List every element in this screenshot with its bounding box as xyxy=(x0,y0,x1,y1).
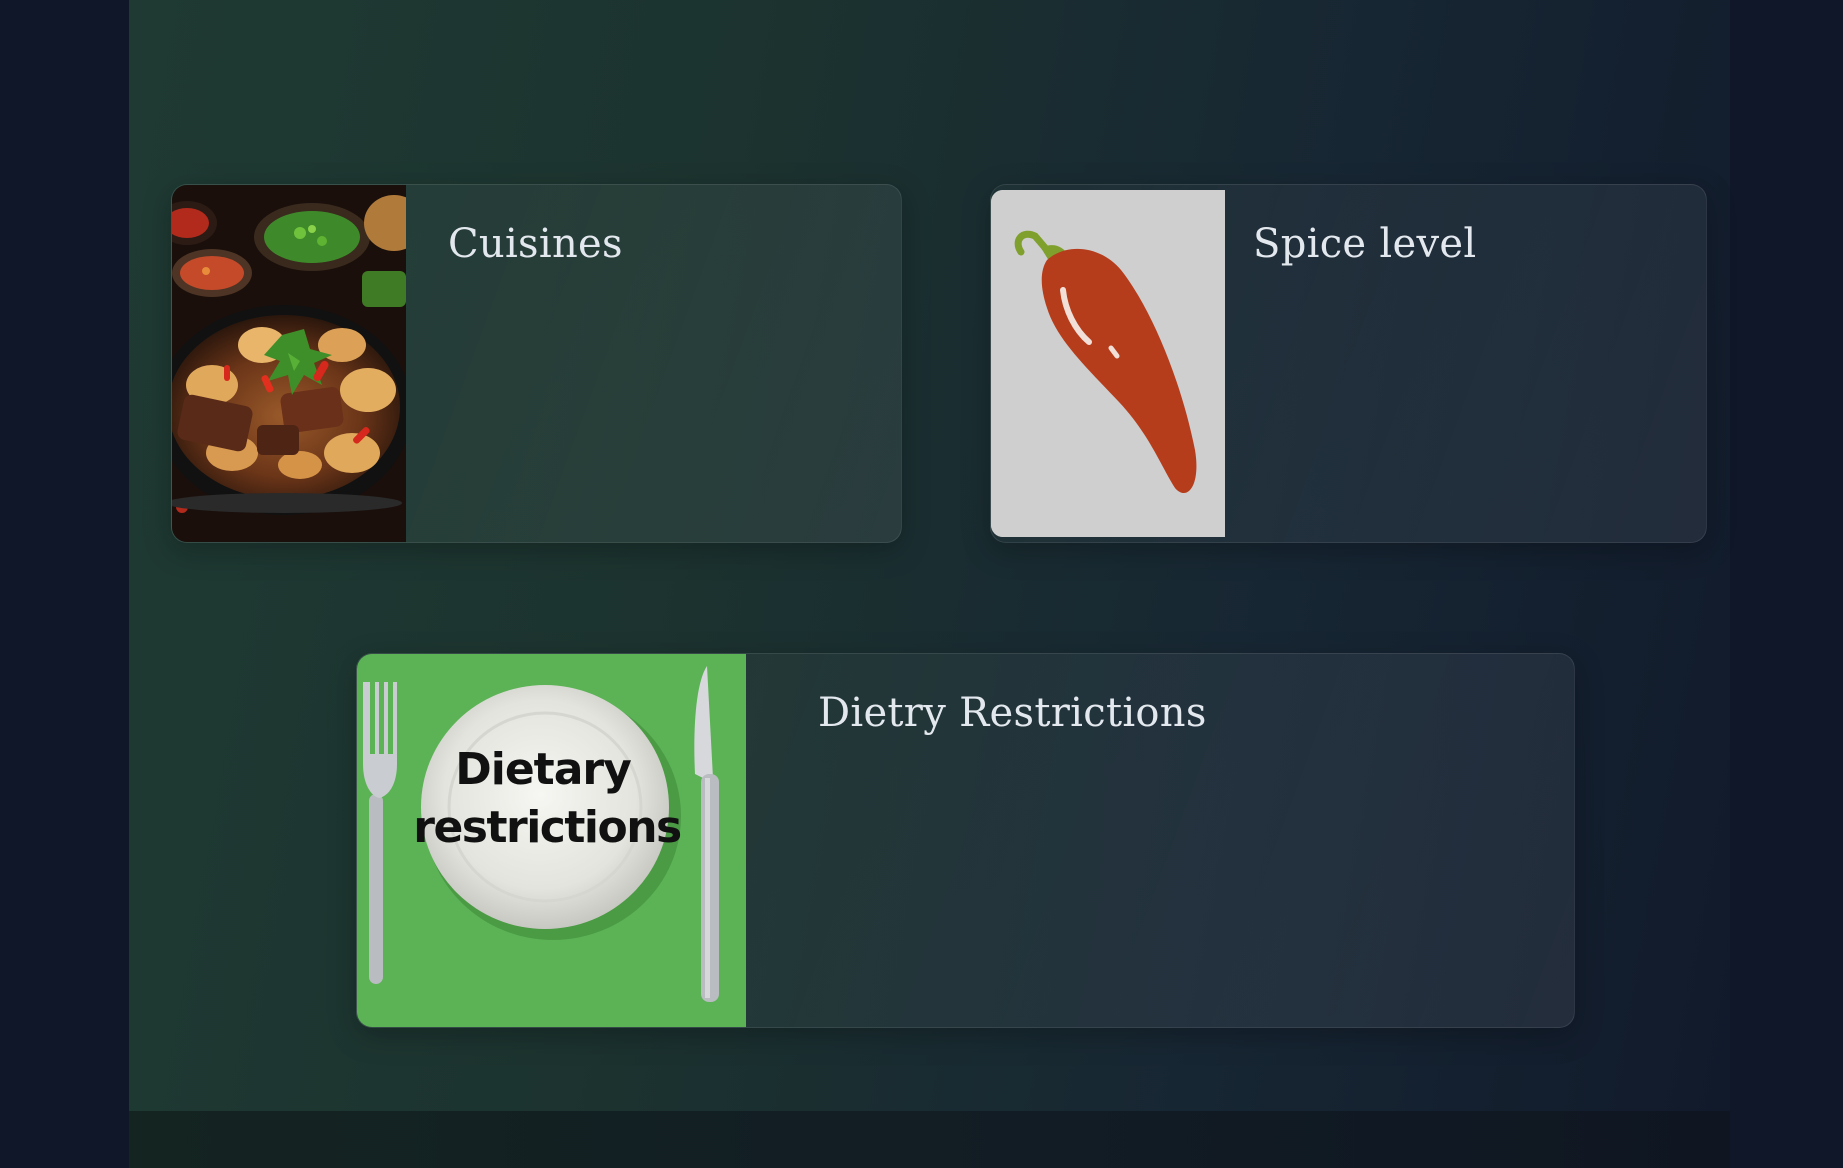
card-title-cuisines: Cuisines xyxy=(448,221,623,267)
card-title-spice-level: Spice level xyxy=(1253,221,1477,267)
card-spice-level[interactable]: Spice level xyxy=(990,184,1707,543)
cuisine-food-illustration xyxy=(172,185,406,542)
plate-text-restrictions: restrictions xyxy=(413,802,681,853)
chili-pepper-icon xyxy=(991,190,1225,537)
page: Cuisines Spice level Dietary restriction… xyxy=(0,0,1843,1168)
chili-pepper-image xyxy=(991,190,1225,537)
plate-fork-knife-illustration: Dietary restrictions xyxy=(357,654,746,1027)
card-cuisines[interactable]: Cuisines xyxy=(171,184,902,543)
plate-text-dietary: Dietary xyxy=(455,744,631,795)
footer-strip xyxy=(129,1111,1730,1168)
dietary-plate-image: Dietary restrictions xyxy=(357,654,746,1027)
card-dietary-restrictions[interactable]: Dietary restrictions Dietry Restrictions xyxy=(356,653,1575,1028)
card-title-dietry-restrictions: Dietry Restrictions xyxy=(818,690,1207,736)
cuisine-food-image xyxy=(172,185,406,542)
